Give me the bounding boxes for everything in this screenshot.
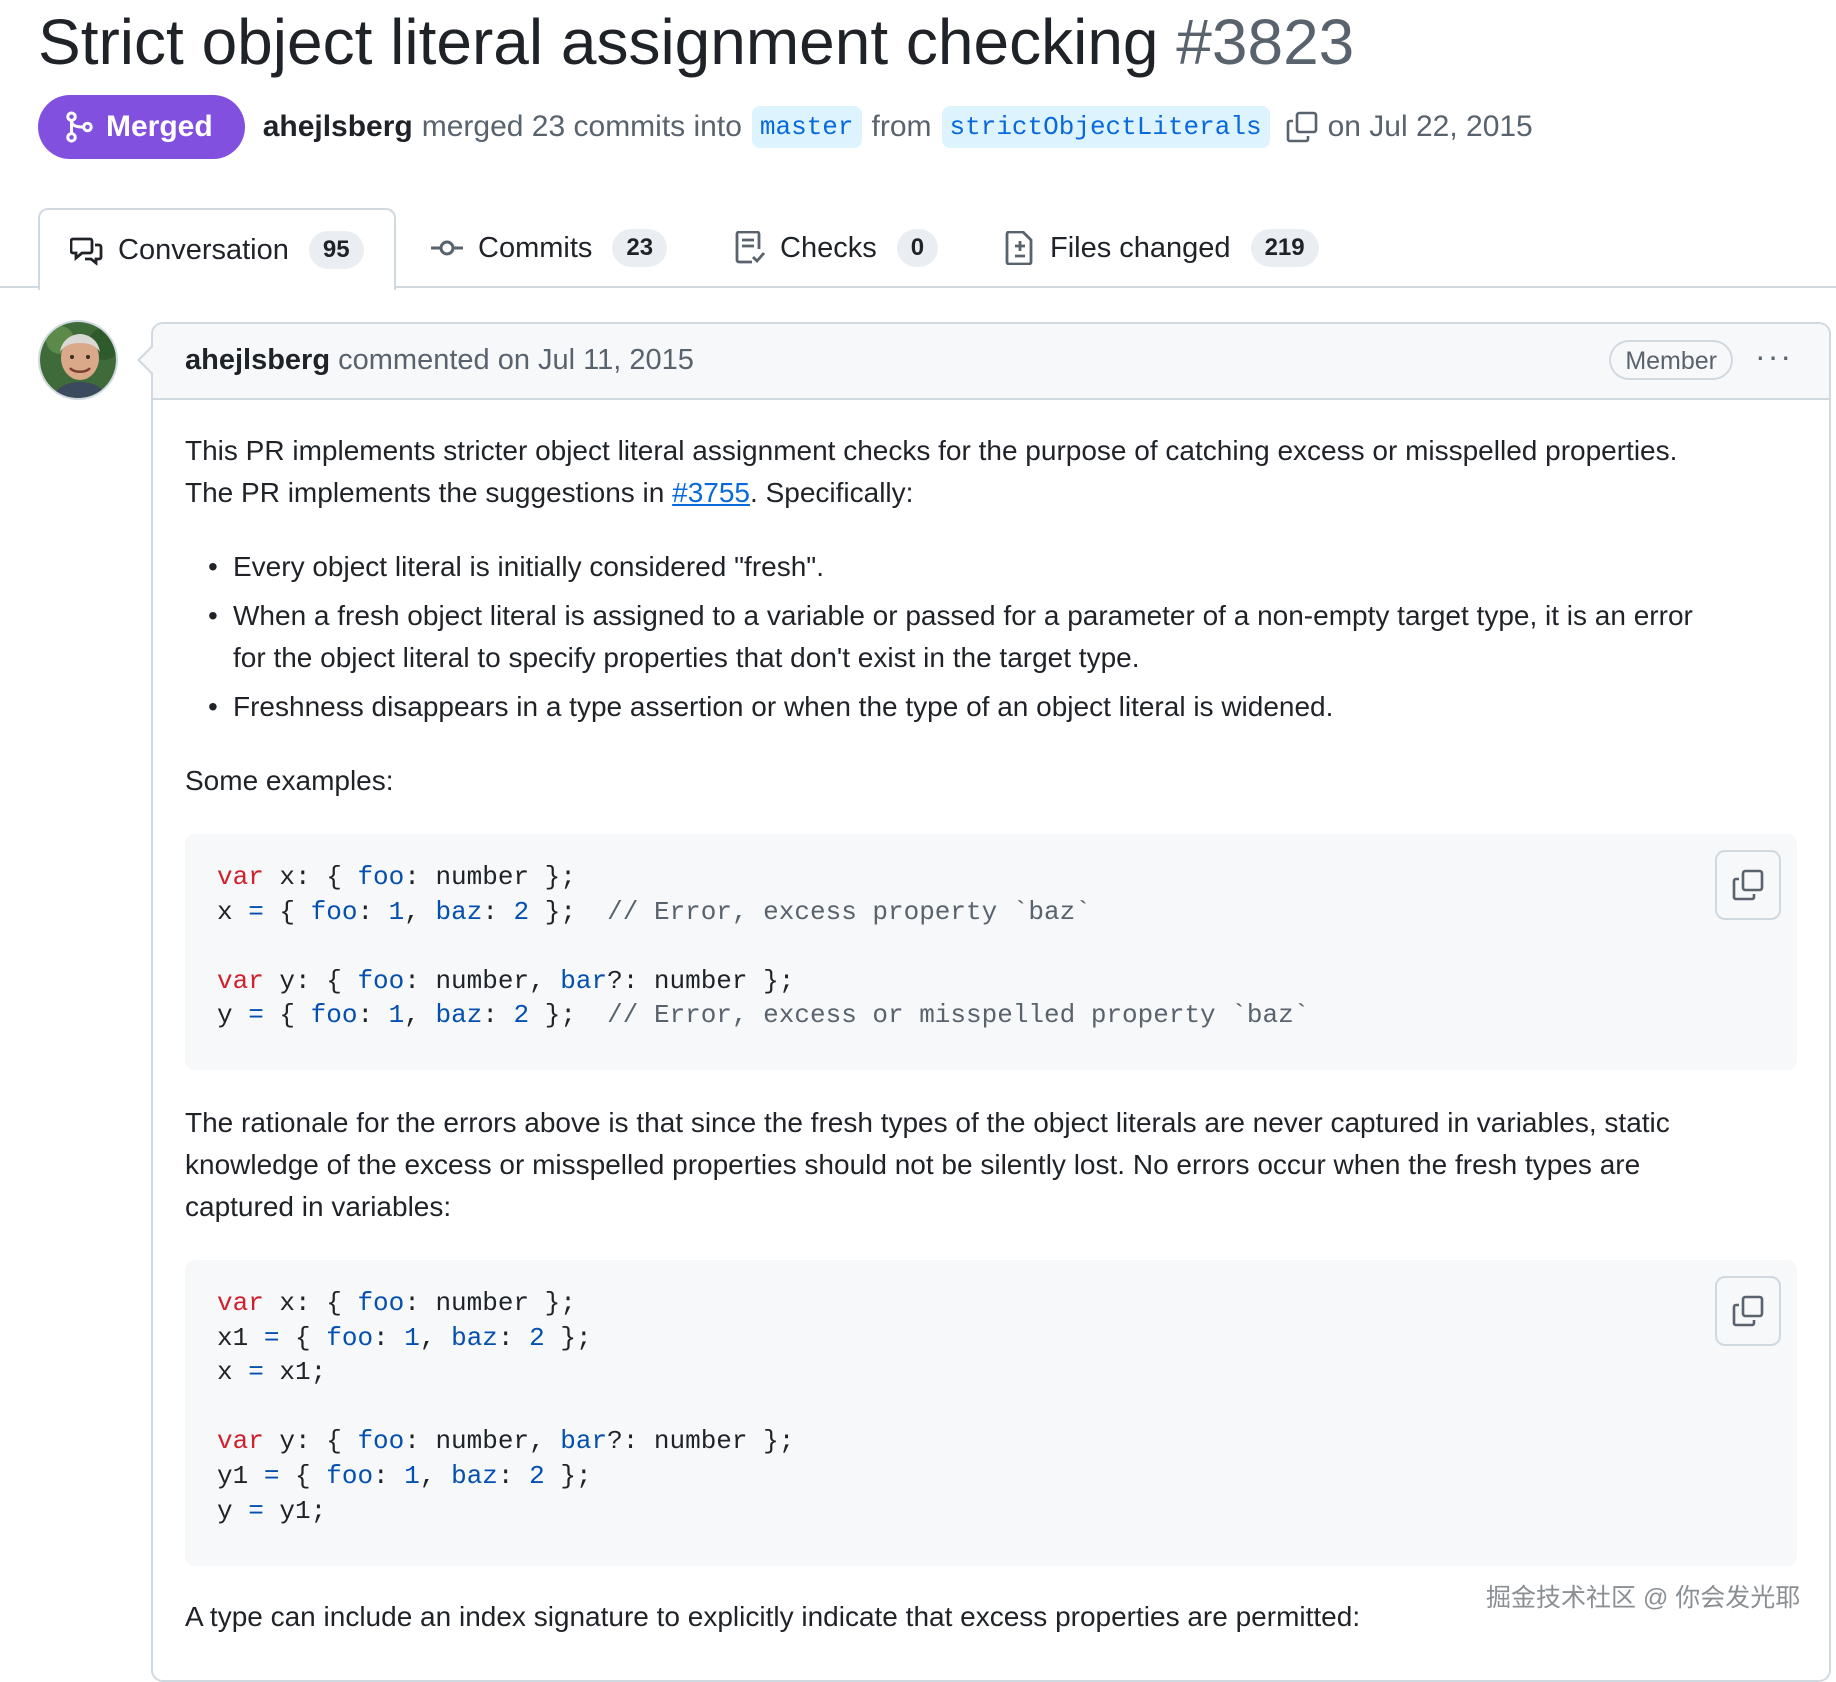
- examples-label: Some examples:: [185, 765, 394, 796]
- pr-meta-line: Merged ahejlsberg merged 23 commits into…: [38, 95, 1533, 159]
- comment-box: ahejlsberg commented on Jul 11, 2015 Mem…: [151, 322, 1831, 1682]
- copy-branch-button[interactable]: [1286, 111, 1318, 143]
- code-line: var y: { foo: number, bar?: number };: [217, 1426, 795, 1457]
- member-role-badge: Member: [1609, 340, 1733, 380]
- base-branch[interactable]: master: [751, 106, 862, 148]
- code-block-2: var x: { foo: number }; x1 = { foo: 1, b…: [185, 1260, 1797, 1566]
- merge-description: merged 23 commits into: [421, 110, 742, 143]
- bullet-dot: •: [208, 691, 218, 722]
- tab-conversation-label: Conversation: [118, 233, 289, 266]
- list-item: • Every object literal is initially consi…: [208, 546, 825, 588]
- list-item-text: When a fresh object literal is assigned …: [233, 600, 1693, 631]
- intro-line-2-prefix: The PR implements the suggestions in: [185, 477, 673, 508]
- tab-commits[interactable]: Commits 23: [430, 208, 668, 288]
- pr-tabs: Conversation 95 Commits 23 Checks 0 File…: [0, 208, 1836, 290]
- copy-code-button[interactable]: [1715, 850, 1781, 920]
- intro-line-1: This PR implements stricter object liter…: [185, 435, 1678, 466]
- bullet-dot: •: [208, 551, 218, 582]
- code-line: x1 = { foo: 1, baz: 2 };: [217, 1322, 592, 1353]
- git-commit-icon: [431, 240, 463, 256]
- code-block-1: var x: { foo: number }; x = { foo: 1, ba…: [185, 834, 1797, 1070]
- code-block-2-content: var x: { foo: number }; x1 = { foo: 1, b…: [217, 1286, 794, 1528]
- git-merge-icon: [66, 111, 93, 143]
- code-line: x = x1;: [217, 1357, 327, 1388]
- intro-line-2: The PR implements the suggestions in #37…: [185, 472, 913, 514]
- tab-commits-label: Commits: [478, 231, 593, 264]
- code-line: var y: { foo: number, bar?: number };: [217, 965, 795, 996]
- copy-code-button[interactable]: [1715, 1276, 1781, 1346]
- pr-title-text: Strict object literal assignment checkin…: [38, 6, 1159, 78]
- code-line: var x: { foo: number };: [217, 1288, 576, 1318]
- intro-line-2-suffix: . Specifically:: [750, 477, 914, 508]
- comment-author-link[interactable]: ahejlsberg: [185, 344, 330, 376]
- from-text: from: [871, 110, 932, 143]
- code-line: y = { foo: 1, baz: 2 }; // Error, excess…: [217, 1000, 1310, 1031]
- pr-number: #3823: [1176, 6, 1355, 78]
- head-branch[interactable]: strictObjectLiterals: [941, 106, 1270, 148]
- tab-files-changed-count: 219: [1250, 229, 1319, 267]
- copy-icon: [1732, 1295, 1764, 1327]
- tab-conversation[interactable]: Conversation 95: [38, 208, 396, 290]
- avatar-image: [40, 322, 116, 398]
- avatar[interactable]: [38, 320, 118, 400]
- comment-caret-fill: [140, 346, 154, 374]
- tab-checks-count: 0: [896, 229, 939, 267]
- index-signature-text: A type can include an index signature to…: [185, 1601, 1361, 1632]
- list-item-text: Every object literal is initially consid…: [233, 551, 825, 582]
- code-line: var x: { foo: number };: [217, 862, 576, 892]
- comment-options-button[interactable]: ···: [1755, 338, 1793, 375]
- tab-conversation-count: 95: [308, 231, 364, 269]
- tab-files-changed[interactable]: Files changed 219: [1004, 208, 1319, 288]
- tab-files-changed-label: Files changed: [1050, 231, 1231, 264]
- bullet-dot: •: [208, 600, 218, 631]
- tab-commits-count: 23: [612, 229, 668, 267]
- copy-icon: [1732, 869, 1764, 901]
- copy-icon: [1286, 111, 1317, 143]
- comment-meta: ahejlsberg commented on Jul 11, 2015: [185, 340, 694, 380]
- rationale-line-2: knowledge of the excess or misspelled pr…: [185, 1149, 1641, 1180]
- comment-header: ahejlsberg commented on Jul 11, 2015 Mem…: [153, 324, 1829, 400]
- tab-checks[interactable]: Checks 0: [734, 208, 939, 288]
- file-diff-icon: [1005, 231, 1033, 265]
- list-item-text: Freshness disappears in a type assertion…: [233, 691, 1334, 722]
- comment-discussion-icon: [70, 237, 103, 266]
- list-item-continuation: for the object literal to specify proper…: [233, 642, 1140, 673]
- merge-date: on Jul 22, 2015: [1327, 110, 1533, 143]
- code-block-1-content: var x: { foo: number }; x = { foo: 1, ba…: [217, 860, 1309, 1033]
- code-line: y = y1;: [217, 1495, 327, 1526]
- watermark: 掘金技术社区 @ 你会发光耶: [1486, 1584, 1801, 1612]
- code-line: x = { foo: 1, baz: 2 }; // Error, excess…: [217, 896, 1091, 927]
- list-item: • Freshness disappears in a type assertio…: [208, 686, 1334, 728]
- rationale-line-3: captured in variables:: [185, 1191, 452, 1222]
- issue-link-3755[interactable]: #3755: [672, 477, 750, 508]
- rationale-line-1: The rationale for the errors above is th…: [185, 1107, 1670, 1138]
- merged-label: Merged: [106, 110, 213, 143]
- merged-state-badge: Merged: [38, 95, 245, 159]
- list-item: • When a fresh object literal is assigned…: [208, 595, 1693, 637]
- pr-title: Strict object literal assignment checkin…: [38, 2, 1354, 82]
- checklist-icon: [735, 231, 766, 264]
- comment-action[interactable]: commented on Jul 11, 2015: [338, 344, 694, 376]
- code-line: y1 = { foo: 1, baz: 2 };: [217, 1460, 592, 1491]
- pr-author-link[interactable]: ahejlsberg: [263, 110, 413, 144]
- tab-checks-label: Checks: [780, 231, 877, 264]
